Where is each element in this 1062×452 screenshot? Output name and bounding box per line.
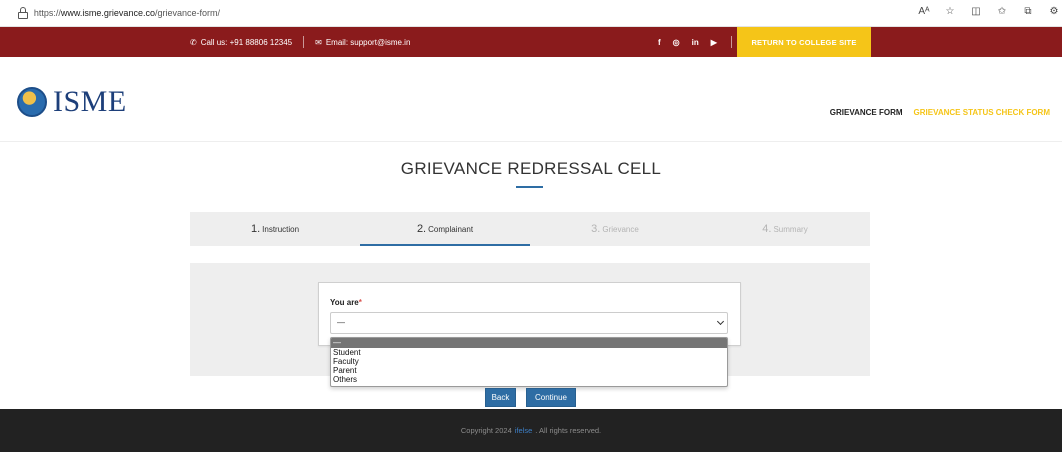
globe-logo-icon <box>17 87 47 117</box>
return-to-college-button[interactable]: RETURN TO COLLEGE SITE <box>737 27 871 57</box>
rights-text: . All rights reserved. <box>535 426 602 435</box>
option-faculty[interactable]: Faculty <box>331 357 727 366</box>
ifelse-link[interactable]: ifelse <box>515 426 533 435</box>
option-placeholder[interactable]: — <box>331 338 727 348</box>
site-header: ISME GRIEVANCE FORM GRIEVANCE STATUS CHE… <box>0 57 1062 142</box>
you-are-dropdown-list: — Student Faculty Parent Others <box>330 337 728 387</box>
browser-icons: Aᴬ ☆ ◫ ✩ ⧉ ⚙ <box>918 5 1060 19</box>
you-are-select[interactable]: — <box>330 312 728 334</box>
step-instruction[interactable]: 1. Instruction <box>190 212 360 246</box>
extensions-icon[interactable]: ⚙ <box>1048 5 1060 19</box>
page-title: GRIEVANCE REDRESSAL CELL <box>400 159 662 178</box>
step-label: Instruction <box>262 224 300 234</box>
favorite-star-icon[interactable]: ☆ <box>944 5 956 19</box>
back-button[interactable]: Back <box>485 388 516 407</box>
social-links: f ◎ in ▶ <box>658 27 732 57</box>
isme-logo[interactable]: ISME <box>17 85 127 119</box>
top-contact-bar: ✆ Call us: +91 88806 12345 ✉ Email: supp… <box>0 27 1062 57</box>
linkedin-icon[interactable]: in <box>692 38 699 47</box>
step-label: Grievance <box>602 224 639 234</box>
url-text[interactable]: https://www.isme.grievance.co/grievance-… <box>34 8 220 18</box>
collections-icon[interactable]: ⧉ <box>1022 5 1034 19</box>
step-number: 3. <box>591 223 601 235</box>
step-number: 4. <box>762 223 772 235</box>
continue-button[interactable]: Continue <box>526 388 576 407</box>
read-aloud-icon[interactable]: Aᴬ <box>918 5 930 19</box>
required-mark: * <box>358 298 362 307</box>
nav-grievance-form[interactable]: GRIEVANCE FORM <box>830 108 903 117</box>
title-underline <box>516 186 543 188</box>
step-complainant[interactable]: 2. Complainant <box>360 212 530 246</box>
you-are-label: You are* <box>330 298 362 307</box>
divider <box>730 36 732 48</box>
step-label: Complainant <box>428 224 474 234</box>
phone-text[interactable]: Call us: +91 88806 12345 <box>201 38 292 47</box>
option-others[interactable]: Others <box>331 375 727 384</box>
step-number: 2. <box>416 223 427 235</box>
step-summary[interactable]: 4. Summary <box>700 212 870 246</box>
option-student[interactable]: Student <box>331 348 727 357</box>
phone-icon: ✆ <box>190 37 197 47</box>
form-steps: 1. Instruction 2. Complainant 3. Grievan… <box>190 212 870 246</box>
nav-status-check-form[interactable]: GRIEVANCE STATUS CHECK FORM <box>914 108 1050 117</box>
logo-text: ISME <box>53 85 127 118</box>
instagram-icon[interactable]: ◎ <box>673 38 680 47</box>
address-bar[interactable]: https://www.isme.grievance.co/grievance-… <box>10 4 220 22</box>
divider <box>303 36 305 48</box>
main-nav: GRIEVANCE FORM GRIEVANCE STATUS CHECK FO… <box>830 108 1050 117</box>
mail-icon: ✉ <box>315 37 322 47</box>
favorites-icon[interactable]: ✩ <box>996 5 1008 19</box>
split-screen-icon[interactable]: ◫ <box>970 5 982 19</box>
step-number: 1. <box>250 223 261 235</box>
chevron-down-icon <box>716 317 725 326</box>
facebook-icon[interactable]: f <box>658 38 661 47</box>
youtube-icon[interactable]: ▶ <box>711 38 717 47</box>
select-value: — <box>337 318 345 327</box>
step-grievance[interactable]: 3. Grievance <box>530 212 700 246</box>
browser-toolbar: https://www.isme.grievance.co/grievance-… <box>0 0 1062 27</box>
site-footer: Copyright 2024 ifelse . All rights reser… <box>0 409 1062 452</box>
contact-info: ✆ Call us: +91 88806 12345 ✉ Email: supp… <box>190 27 410 57</box>
lock-icon[interactable] <box>18 7 28 19</box>
copyright-text: Copyright 2024 <box>460 426 512 435</box>
email-text[interactable]: Email: support@isme.in <box>326 38 411 47</box>
step-label: Summary <box>773 224 808 234</box>
option-parent[interactable]: Parent <box>331 366 727 375</box>
